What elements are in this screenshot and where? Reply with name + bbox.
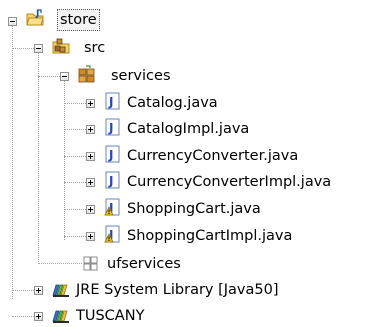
svg-text:J: J [108,148,113,162]
java-project-icon: J [26,9,44,26]
tree-connector [38,263,82,264]
tree-connector [38,52,39,264]
tree-connector [38,76,60,77]
expand-toggle-icon[interactable] [86,125,95,134]
tree-node-label: CurrencyConverterImpl.java [127,174,332,190]
tree-connector [64,182,86,183]
tree-connector [64,80,65,240]
library-icon [52,310,69,323]
tree-node-label: TUSCANY [76,308,145,324]
java-file-warning-icon: J [104,225,120,243]
tree-node-label: services [111,68,171,84]
expand-toggle-icon[interactable] [86,205,95,214]
java-file-warning-icon: J [104,198,120,216]
tree-connector [12,48,34,49]
svg-text:J: J [108,121,113,135]
tree-connector [12,316,34,317]
expand-toggle-icon[interactable] [34,286,43,295]
expand-toggle-icon[interactable] [34,312,43,321]
collapse-toggle-icon[interactable] [34,44,43,53]
library-icon [52,284,69,297]
collapse-toggle-icon[interactable] [60,72,69,81]
expand-toggle-icon[interactable] [86,152,95,161]
empty-package-icon [83,256,98,271]
tree-connector [64,236,86,237]
tree-node-label: CurrencyConverter.java [127,148,299,164]
java-interface-icon: J [105,145,120,163]
tree-node-label: Catalog.java [127,95,218,111]
java-interface-icon: J [105,92,120,110]
java-interface-icon: J [105,118,120,136]
tree-node-label: ShoppingCartImpl.java [127,228,293,244]
tree-connector [64,209,86,210]
tree-connector [12,25,13,299]
tree-node-label: JRE System Library [Java50] [76,282,279,298]
source-folder-icon [52,38,70,54]
tree-connector [64,103,86,104]
collapse-toggle-icon[interactable] [8,17,17,26]
tree-node-label: store [57,9,100,31]
tree-node-label: ufservices [107,256,181,272]
package-icon [78,65,95,83]
svg-text:J: J [108,95,113,109]
tree-connector [64,156,86,157]
tree-connector [12,290,34,291]
expand-toggle-icon[interactable] [86,178,95,187]
tree-node-label: ShoppingCart.java [127,201,261,217]
svg-text:J: J [108,174,113,188]
expand-toggle-icon[interactable] [86,99,95,108]
tree-node-label: src [84,40,106,56]
project-explorer-tree: J store src services J Catalog.java J Ca… [0,0,366,327]
expand-toggle-icon[interactable] [86,232,95,241]
java-interface-icon: J [105,171,120,189]
tree-node-label: CatalogImpl.java [127,121,250,137]
tree-connector [64,129,86,130]
